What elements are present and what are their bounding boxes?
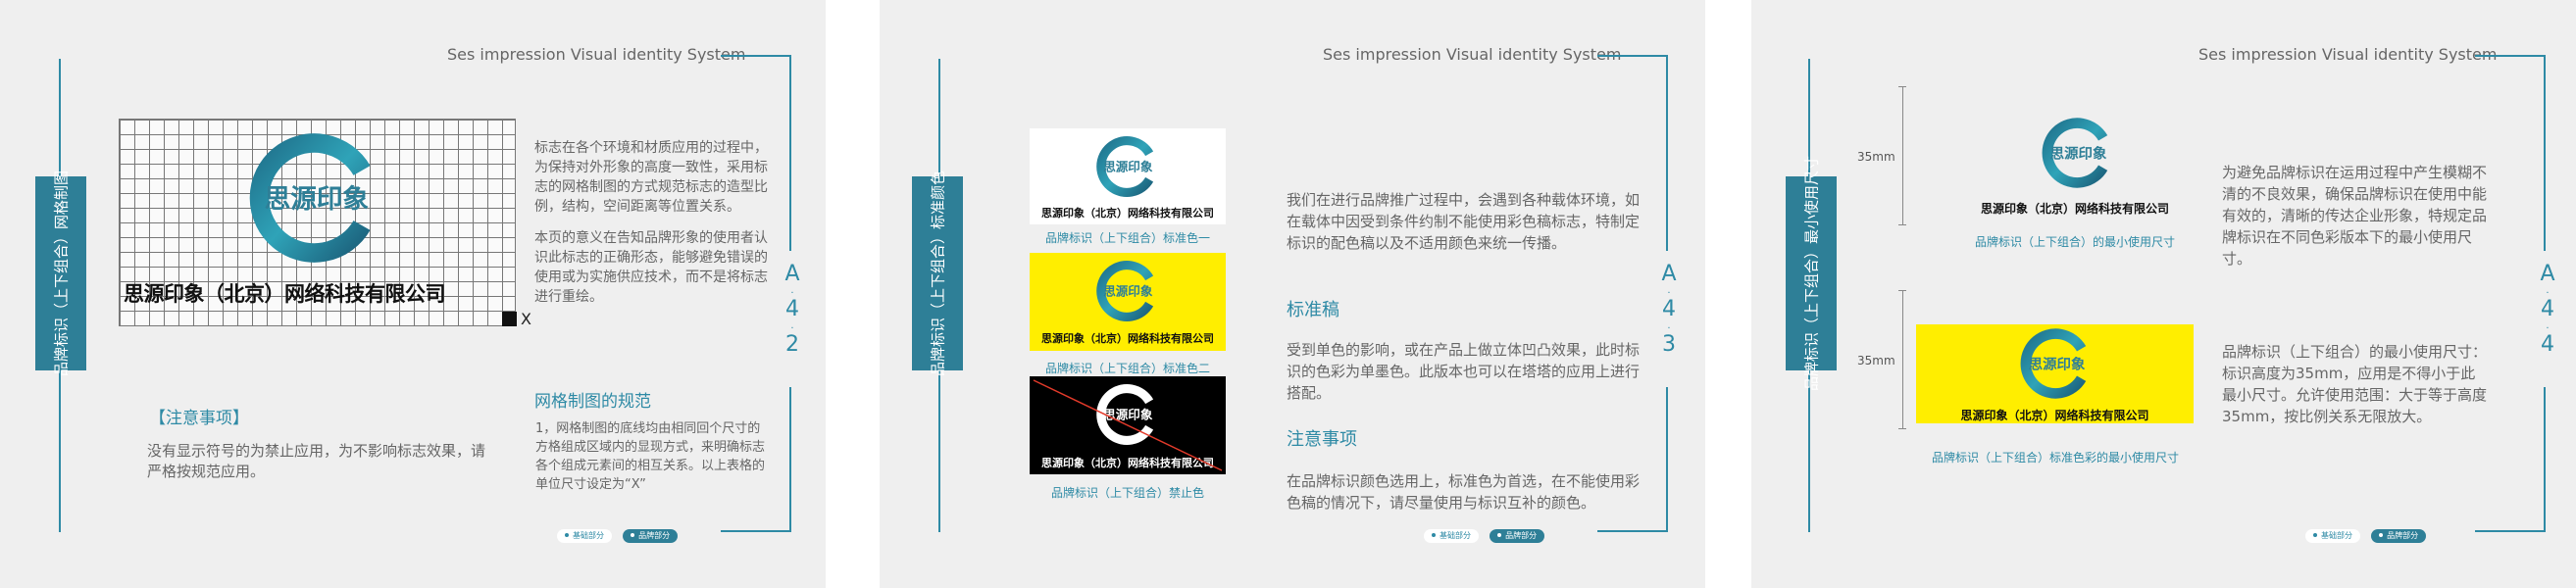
svg-text:思源印象: 思源印象 — [1103, 160, 1153, 174]
grid-rule-body: 1，网格制图的底线均由相同回个尺寸的方格组成区域内的显现方式，来明确标志各个组成… — [535, 421, 766, 492]
logo-min-size: 思源印象 思源印象（北京）网络科技有限公司 — [1947, 116, 2202, 219]
border-line — [59, 59, 61, 176]
page-number: A.4.2 — [784, 262, 800, 357]
page-number: A.4.3 — [1661, 262, 1677, 357]
dimension-tick — [1898, 224, 1906, 225]
forbidden-slash-icon — [1033, 379, 1223, 471]
border-line — [938, 59, 940, 176]
border-line — [938, 370, 940, 532]
basic-section-button[interactable]: 基础部分 — [1424, 528, 1479, 543]
grid-rule-title: 网格制图的规范 — [534, 392, 651, 412]
notice-title: 【注意事项】 — [149, 409, 249, 428]
caption-min-size: 品牌标识（上下组合）的最小使用尺寸 — [1974, 235, 2175, 249]
border-line — [2475, 530, 2546, 532]
dimension-tick — [1898, 290, 1906, 291]
brand-section-button[interactable]: 品牌部分 — [2371, 528, 2427, 543]
notice-title: 注意事项 — [1287, 429, 1357, 450]
company-name: 思源印象（北京）网络科技有限公司 — [1041, 207, 1214, 220]
grid-unit-square — [502, 312, 517, 326]
caption-forbidden: 品牌标识（上下组合）禁止色 — [1050, 486, 1204, 500]
standard-title: 标准稿 — [1287, 300, 1339, 320]
border-line — [1597, 530, 1668, 532]
grid-unit-label: X — [521, 310, 531, 328]
brand-logo-icon: 思源印象 — [1096, 136, 1154, 197]
brand-section-button[interactable]: 品牌部分 — [623, 528, 679, 543]
logo-grid: 思源印象 思源印象（北京）网络科技有限公司 — [119, 119, 516, 326]
min-size-rule: 品牌标识（上下组合）的最小使用尺寸：标识高度为35mm，应用是不得小于此最小尺寸… — [2222, 343, 2488, 425]
logo-sample-forbidden: 思源印象 思源印象（北京）网络科技有限公司 — [1030, 376, 1226, 474]
dimension-line — [1902, 290, 1903, 429]
brand-logo-icon: 思源印象 — [249, 133, 371, 263]
company-name: 思源印象（北京）网络科技有限公司 — [1041, 332, 1214, 345]
border-line — [721, 55, 791, 57]
dimension-tick — [1898, 86, 1906, 87]
caption-standard-1: 品牌标识（上下组合）标准色一 — [1044, 231, 1210, 245]
page-number: A.4.4 — [2540, 262, 2555, 357]
caption-standard-2: 品牌标识（上下组合）标准色二 — [1044, 362, 1210, 375]
section-tab: 品牌标识（上下组合）网格制图 — [35, 171, 86, 376]
svg-text:思源印象: 思源印象 — [2050, 144, 2107, 162]
border-line — [2544, 55, 2546, 251]
dimension-line — [1902, 86, 1903, 225]
nav-buttons: 基础部分 品牌部分 — [557, 525, 683, 543]
logo-sample-yellow: 思源印象 思源印象（北京）网络科技有限公司 — [1030, 253, 1226, 351]
caption-min-size-color: 品牌标识（上下组合）标准色彩的最小使用尺寸 — [1931, 451, 2179, 465]
company-name: 思源印象（北京）网络科技有限公司 — [124, 282, 446, 306]
dimension-label: 35mm — [1857, 150, 1895, 164]
nav-buttons: 基础部分 品牌部分 — [1424, 525, 1550, 543]
header-text: Ses impression Visual identity System — [1323, 45, 1622, 64]
border-line — [2544, 387, 2546, 532]
notice-body: 在品牌标识颜色选用上，标准色为首选，在不能使用彩色稿的情况下，请尽量使用与标识互… — [1287, 472, 1641, 512]
section-tab: 品牌标识（上下组合）标准颜色 — [912, 171, 963, 376]
brand-logo-icon: 思源印象 — [1096, 261, 1154, 321]
border-line — [721, 530, 791, 532]
header-text: Ses impression Visual identity System — [2198, 45, 2498, 64]
page-standard-colors: Ses impression Visual identity System 品牌… — [880, 0, 1705, 588]
notice-body: 没有显示符号的为禁止应用，为不影响标志效果，请严格按规范应用。 — [147, 442, 486, 480]
svg-text:思源印象: 思源印象 — [2029, 355, 2086, 372]
nav-buttons: 基础部分 品牌部分 — [2305, 525, 2432, 543]
border-line — [1808, 370, 1810, 532]
brand-section-button[interactable]: 品牌部分 — [1490, 528, 1545, 543]
dimension-label: 35mm — [1857, 354, 1895, 368]
border-line — [2475, 55, 2546, 57]
border-line — [1666, 55, 1668, 251]
min-size-intro: 为避免品牌标识在运用过程中产生模糊不清的不良效果，确保品牌标识在使用中能有效的，… — [2222, 164, 2488, 268]
company-name: 思源印象（北京）网络科技有限公司 — [1980, 202, 2169, 216]
body-text: 标志在各个环境和材质应用的过程中，为保持对外形象的高度一致性，采用标志的网格制图… — [534, 140, 768, 305]
header-text: Ses impression Visual identity System — [447, 45, 746, 64]
logo-text: 思源印象 — [265, 184, 370, 215]
company-name: 思源印象（北京）网络科技有限公司 — [1960, 409, 2149, 422]
basic-section-button[interactable]: 基础部分 — [557, 528, 612, 543]
standard-body: 受到单色的影响，或在产品上做立体凹凸效果，此时标识的色彩为单墨色。此版本也可以在… — [1287, 341, 1641, 402]
border-line — [789, 387, 791, 532]
svg-text:思源印象: 思源印象 — [1103, 284, 1153, 299]
border-line — [59, 370, 61, 532]
page-grid-drawing: Ses impression Visual identity System 品牌… — [0, 0, 826, 588]
page-minimum-size: Ses impression Visual identity System 品牌… — [1751, 0, 2576, 588]
basic-section-button[interactable]: 基础部分 — [2305, 528, 2360, 543]
border-line — [1666, 387, 1668, 532]
dimension-tick — [1898, 428, 1906, 429]
logo-sample-white: 思源印象 思源印象（北京）网络科技有限公司 — [1030, 128, 1226, 224]
border-line — [789, 55, 791, 251]
intro-text: 我们在进行品牌推广过程中，会遇到各种载体环境，如在载体中因受到条件约制不能使用彩… — [1287, 191, 1641, 252]
border-line — [1597, 55, 1668, 57]
logo-min-size-yellow: 思源印象 思源印象（北京）网络科技有限公司 — [1916, 324, 2194, 423]
brand-logo-icon: 思源印象 — [2042, 118, 2108, 188]
brand-logo-icon: 思源印象 — [2020, 328, 2087, 399]
section-tab: 品牌标识（上下组合）最小使用尺寸 — [1786, 156, 1837, 391]
